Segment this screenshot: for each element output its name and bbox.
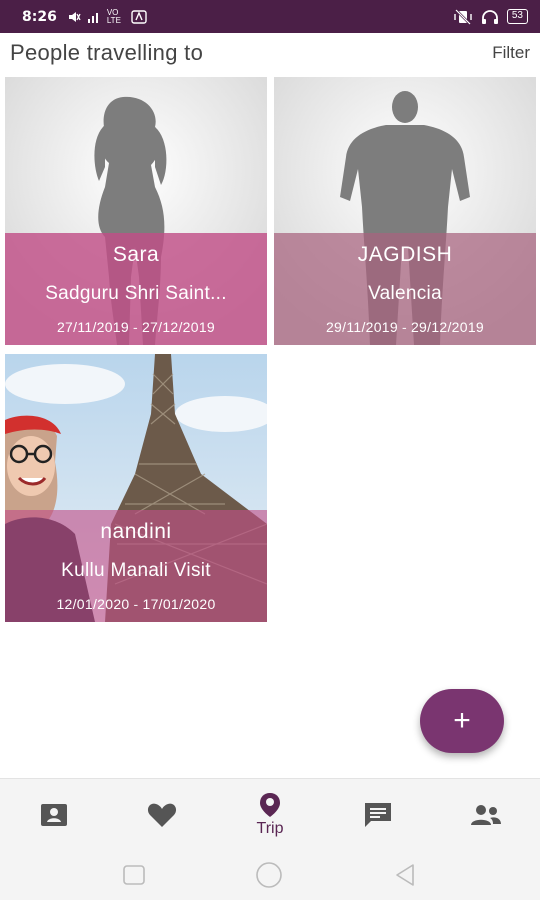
traveller-card[interactable]: Sara Sadguru Shri Saint... 27/11/2019-27… — [5, 77, 267, 345]
add-trip-button[interactable]: + — [420, 689, 504, 753]
date-separator: - — [133, 596, 139, 612]
end-date: 27/12/2019 — [141, 319, 216, 335]
heart-icon — [147, 803, 177, 827]
signal-icon — [87, 12, 98, 23]
back-icon[interactable] — [393, 863, 417, 887]
nav-item-chat[interactable] — [338, 785, 418, 845]
date-separator: - — [132, 319, 138, 335]
nav-item-profile[interactable] — [14, 785, 94, 845]
page-title: People travelling to — [10, 40, 204, 65]
app-screen: 8:26 VO LTE 53 People travelling to Filt… — [0, 0, 540, 900]
home-icon[interactable] — [255, 861, 283, 889]
card-overlay: Sara Sadguru Shri Saint... 27/11/2019-27… — [5, 233, 267, 345]
filter-button[interactable]: Filter — [492, 43, 530, 63]
contact-card-icon — [41, 803, 67, 826]
date-separator: - — [401, 319, 407, 335]
trip-dates: 29/11/2019-29/12/2019 — [274, 319, 536, 335]
traveller-card[interactable]: JAGDISH Valencia 29/11/2019-29/12/2019 — [274, 77, 536, 345]
traveller-name: nandini — [100, 520, 172, 543]
status-left-icons: VO LTE — [67, 7, 147, 25]
location-pin-icon — [260, 792, 280, 817]
nav-item-people[interactable] — [446, 785, 526, 845]
app-notification-icon — [131, 9, 147, 24]
status-bar: 8:26 VO LTE 53 — [0, 0, 540, 33]
traveller-name: Sara — [112, 243, 160, 266]
start-date: 12/01/2020 — [56, 596, 130, 612]
trip-destination: Sadguru Shri Saint... — [45, 283, 227, 304]
nav-item-trip[interactable]: Trip — [230, 785, 310, 845]
card-overlay: nandini Kullu Manali Visit 12/01/2020-17… — [5, 510, 267, 622]
battery-indicator: 53 — [506, 9, 528, 24]
bottom-navigation: Trip — [0, 778, 540, 850]
vibrate-off-icon — [454, 8, 472, 25]
trip-dates: 27/11/2019-27/12/2019 — [5, 319, 267, 335]
page-header: People travelling to Filter — [0, 33, 540, 73]
start-date: 27/11/2019 — [56, 319, 129, 335]
trip-destination: Kullu Manali Visit — [61, 560, 211, 581]
traveller-card[interactable]: nandini Kullu Manali Visit 12/01/2020-17… — [5, 354, 267, 622]
status-time: 8:26 — [22, 8, 57, 25]
system-navigation-bar — [0, 850, 540, 900]
end-date: 17/01/2020 — [142, 596, 216, 612]
end-date: 29/12/2019 — [410, 319, 485, 335]
mute-icon — [68, 11, 81, 22]
network-label: VO LTE — [106, 7, 121, 25]
status-right-icons: 53 — [453, 8, 528, 25]
start-date: 29/11/2019 — [325, 319, 398, 335]
people-icon — [471, 804, 501, 825]
card-overlay: JAGDISH Valencia 29/11/2019-29/12/2019 — [274, 233, 536, 345]
nav-item-favorites[interactable] — [122, 785, 202, 845]
trip-dates: 12/01/2020-17/01/2020 — [5, 596, 267, 612]
traveller-name: JAGDISH — [357, 243, 453, 266]
nav-item-label: Trip — [256, 819, 284, 837]
chat-icon — [365, 802, 391, 827]
trip-destination: Valencia — [368, 283, 442, 304]
recent-apps-icon[interactable] — [123, 865, 145, 885]
headphones-icon — [481, 9, 498, 24]
